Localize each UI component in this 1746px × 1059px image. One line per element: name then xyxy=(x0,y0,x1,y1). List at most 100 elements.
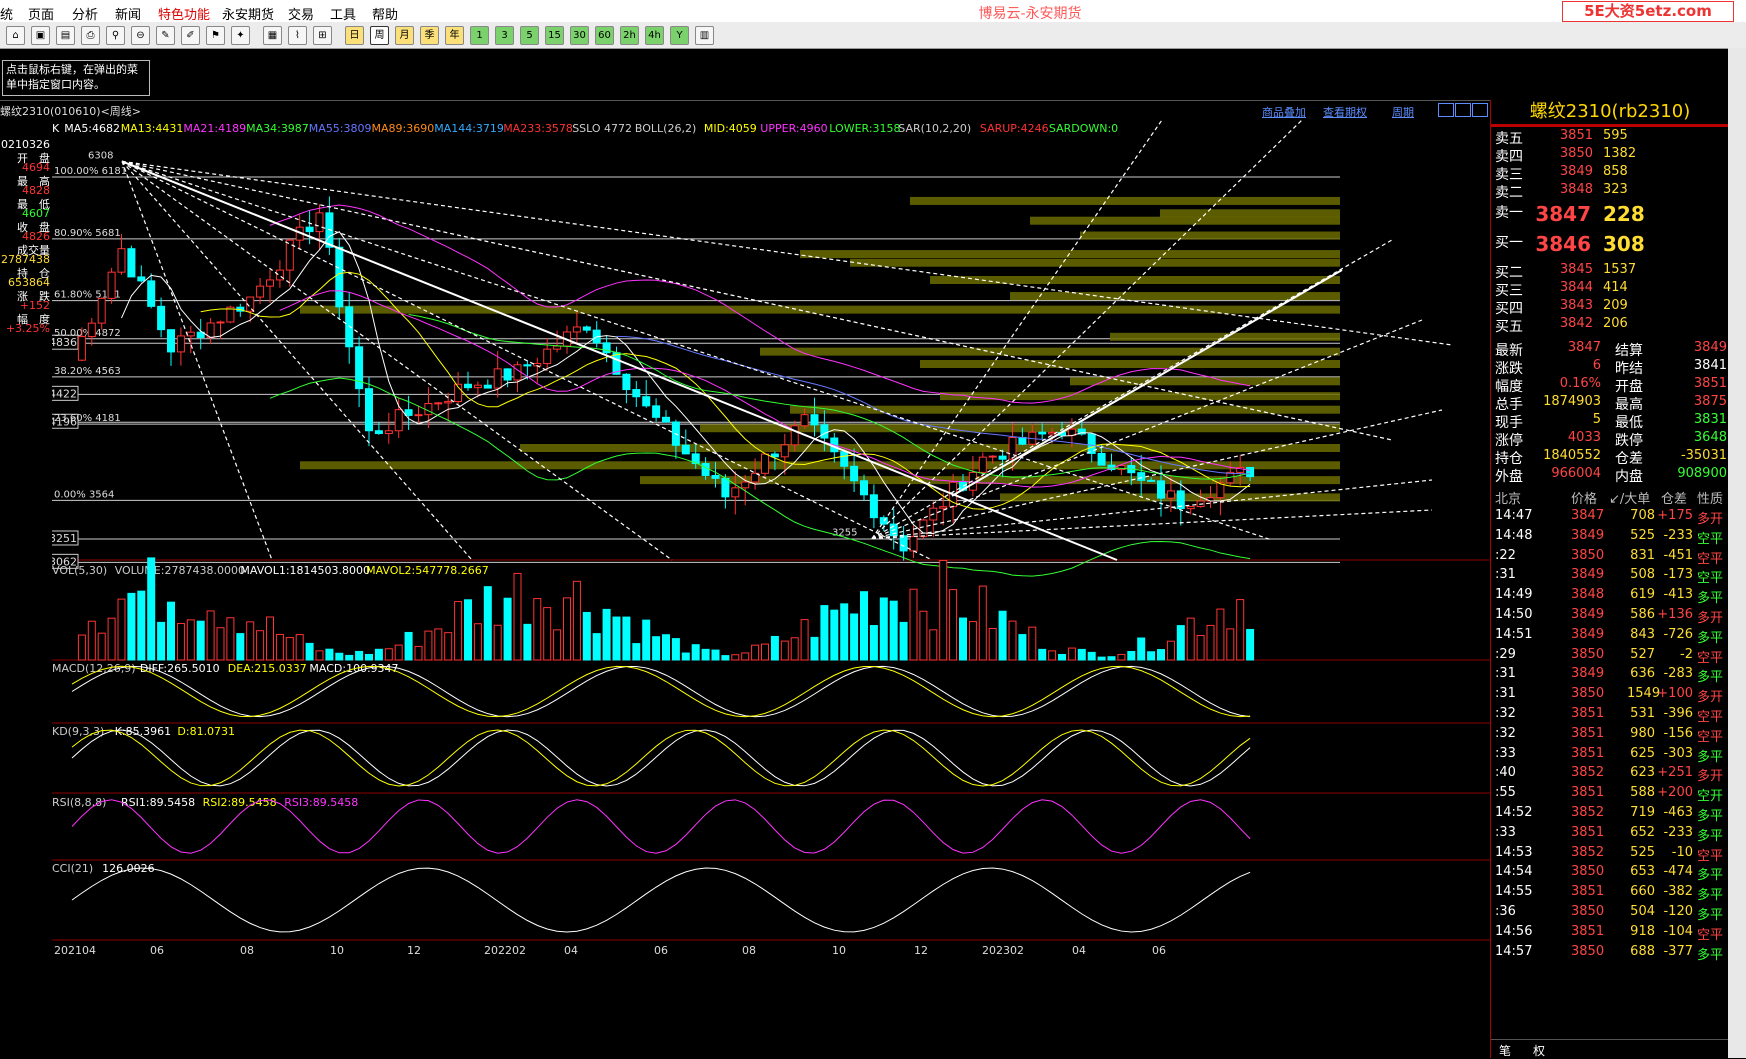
bid-row: 买四 3843 209 xyxy=(1495,298,1628,317)
menu-yongan[interactable]: 永安期货 xyxy=(222,4,274,23)
candle-body xyxy=(434,402,443,405)
overlay-commodity-link[interactable]: 商品叠加 xyxy=(1262,104,1306,120)
stat-row: 最新 3847 结算 3849 xyxy=(1495,340,1727,359)
volume-bar xyxy=(384,648,393,661)
toolbar-btn-23[interactable]: 60 xyxy=(595,26,614,45)
toolbar-btn-15[interactable]: 月 xyxy=(395,26,414,45)
volume-bar xyxy=(968,621,977,661)
toolbar-btn-17[interactable]: 年 xyxy=(445,26,464,45)
candle-body xyxy=(464,383,472,389)
menu-special[interactable]: 特色功能 xyxy=(158,4,210,23)
toolbar-btn-19[interactable]: 3 xyxy=(495,26,514,45)
bar-info-item: +3.25% xyxy=(5,322,50,335)
indicator-label: RSI(8,8,8) xyxy=(52,796,106,809)
tick-row: :36 3850 504 -120 多平 xyxy=(1495,904,1724,923)
next-window-icon[interactable] xyxy=(1455,103,1471,117)
paint-icon[interactable]: ✐ xyxy=(181,26,200,45)
tick-row: 14:53 3852 525 -10 空平 xyxy=(1495,844,1724,864)
menu-system[interactable]: 统 xyxy=(0,4,13,23)
volume-bar xyxy=(1127,650,1136,661)
draw-icon[interactable]: ✎ xyxy=(156,26,175,45)
volume-bar xyxy=(1196,634,1205,661)
toolbar-btn-14[interactable]: 周 xyxy=(370,26,389,45)
ticks-header: 北京 价格 ↙/大单 仓差 性质 xyxy=(1491,488,1729,507)
menu-help[interactable]: 帮助 xyxy=(372,4,398,23)
volume-bar xyxy=(701,648,710,661)
volume-bar xyxy=(414,645,423,661)
print-icon[interactable]: ⎙ xyxy=(81,26,100,45)
candle-body xyxy=(662,416,670,423)
candle-body xyxy=(652,405,661,418)
toolbar-btn-25[interactable]: 4h xyxy=(645,26,664,45)
candle-body xyxy=(850,465,859,482)
toolbar-btn-20[interactable]: 5 xyxy=(520,26,539,45)
menu-page[interactable]: 页面 xyxy=(28,4,54,23)
tab-rights[interactable]: 权 xyxy=(1533,1042,1545,1059)
volume-bar xyxy=(176,622,185,661)
volume-bar xyxy=(335,652,344,661)
calc-icon[interactable]: ▥ xyxy=(695,26,714,45)
indicator-label: RSI1:89.5458 xyxy=(121,796,195,809)
indicator-label: MAVOL1:1814503.8000 xyxy=(240,564,370,577)
volume-bar xyxy=(592,633,601,661)
open-icon[interactable]: ▣ xyxy=(31,26,50,45)
toolbar-btn-24[interactable]: 2h xyxy=(620,26,639,45)
indicator-label: D:81.0731 xyxy=(177,725,235,738)
volume-bar xyxy=(483,586,492,661)
ask-row: 卖二 3848 323 xyxy=(1495,182,1628,201)
zoom-out-icon[interactable]: ⊖ xyxy=(131,26,150,45)
volume-bar xyxy=(275,633,284,661)
volume-bar xyxy=(572,580,581,661)
maximize-window-icon[interactable] xyxy=(1472,103,1488,117)
indicator-label: K:85.3961 xyxy=(115,725,171,738)
new-icon[interactable]: ✦ xyxy=(231,26,250,45)
toolbar-btn-16[interactable]: 季 xyxy=(420,26,439,45)
toolbar-btn-18[interactable]: 1 xyxy=(470,26,489,45)
volume-bar xyxy=(444,632,453,661)
time-axis-label: 12 xyxy=(407,944,421,957)
tick-row: :31 3850 1549 +100 多开 xyxy=(1495,686,1724,706)
chart-icon[interactable]: ⌇ xyxy=(288,26,307,45)
view-options-link[interactable]: 查看期权 xyxy=(1323,104,1367,120)
volume-bar xyxy=(879,597,888,661)
search-icon[interactable]: ⚲ xyxy=(106,26,125,45)
candle-body xyxy=(899,535,908,552)
toolbar-btn-13[interactable]: 日 xyxy=(345,26,364,45)
layout-icon[interactable]: ▦ xyxy=(263,26,282,45)
indicator-label: MA5:4682 xyxy=(64,122,120,135)
kline-chart[interactable]: K MA5:4682 MA13:4431 MA21:4189 MA34:3987 MA55… xyxy=(52,120,1490,1058)
volume-profile-bar xyxy=(1030,216,1340,225)
candle-body xyxy=(157,305,166,331)
save-icon[interactable]: ▤ xyxy=(56,26,75,45)
tick-row: :29 3850 527 -2 空平 xyxy=(1495,646,1724,666)
fan-line xyxy=(871,509,1433,540)
candle-body xyxy=(483,384,492,389)
volume-bar xyxy=(988,627,997,661)
volume-bar xyxy=(454,601,463,661)
volume-bar xyxy=(909,588,918,661)
menu-news[interactable]: 新闻 xyxy=(115,4,141,23)
home-icon[interactable]: ⌂ xyxy=(6,26,25,45)
candle-body xyxy=(741,481,750,489)
menu-tools[interactable]: 工具 xyxy=(330,4,356,23)
tick-icon[interactable]: ⊞ xyxy=(313,26,332,45)
alert-icon[interactable]: ⚑ xyxy=(206,26,225,45)
vertical-scrollbar[interactable] xyxy=(1728,48,1746,1058)
candle-body xyxy=(77,336,86,361)
menu-analysis[interactable]: 分析 xyxy=(72,4,98,23)
indicator-label: MA55:3809 xyxy=(309,122,372,135)
time-axis-label: 10 xyxy=(330,944,344,957)
candle-body xyxy=(978,456,987,473)
toolbar-btn-22[interactable]: 30 xyxy=(570,26,589,45)
volume-bar xyxy=(830,609,839,661)
stat-row: 涨跌 6 昨结 3841 xyxy=(1495,358,1727,377)
menu-trade[interactable]: 交易 xyxy=(288,4,314,23)
cci-line xyxy=(71,867,1251,933)
time-axis-label: 06 xyxy=(654,944,668,957)
candle-body xyxy=(998,455,1007,460)
toolbar-btn-26[interactable]: Y xyxy=(670,26,689,45)
period-link[interactable]: 周期 xyxy=(1392,104,1414,120)
prev-window-icon[interactable] xyxy=(1438,103,1454,117)
toolbar-btn-21[interactable]: 15 xyxy=(545,26,564,45)
tab-trades[interactable]: 笔 xyxy=(1499,1042,1511,1059)
